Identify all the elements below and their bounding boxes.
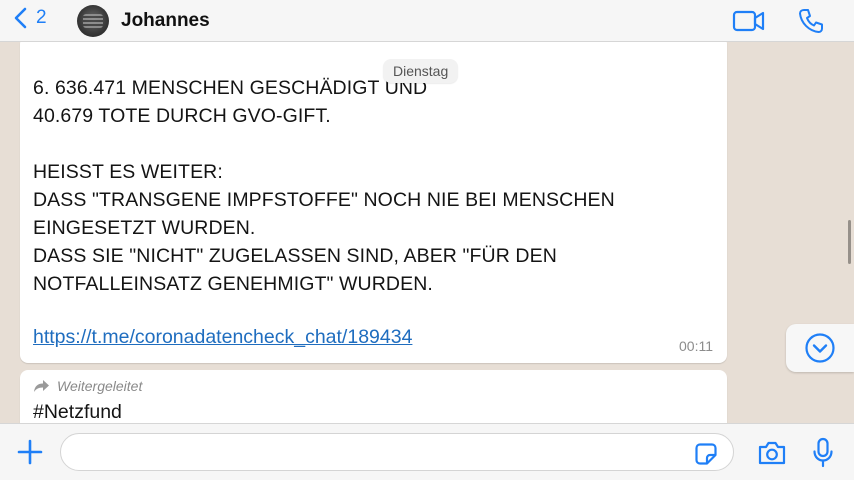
composer-bar: [0, 423, 854, 480]
chat-area[interactable]: 6. 636.471 MENSCHEN GESCHÄDIGT UND 40.67…: [0, 42, 854, 423]
chat-header: 2 Johannes: [0, 0, 854, 42]
video-call-button[interactable]: [732, 7, 766, 40]
avatar[interactable]: [77, 5, 109, 37]
phone-icon: [799, 9, 823, 33]
chevron-down-circle-icon: [805, 333, 835, 363]
message-bubble-forwarded[interactable]: Weitergeleitet #Netzfund: [20, 370, 727, 423]
message-text: #Netzfund: [33, 401, 122, 423]
forwarded-indicator: Weitergeleitet: [33, 378, 142, 394]
message-bubble[interactable]: 6. 636.471 MENSCHEN GESCHÄDIGT UND 40.67…: [20, 42, 727, 363]
scroll-to-bottom-button[interactable]: [786, 324, 854, 372]
date-separator: Dienstag: [383, 59, 459, 83]
plus-icon: [17, 439, 43, 465]
sticker-icon: [695, 443, 717, 465]
scrollbar[interactable]: [848, 220, 851, 264]
contact-name[interactable]: Johannes: [121, 10, 210, 32]
voice-message-button[interactable]: [811, 437, 835, 474]
video-camera-icon: [732, 10, 765, 32]
message-link[interactable]: https://t.me/coronadatencheck_chat/18943…: [33, 326, 412, 349]
message-input[interactable]: [60, 433, 734, 471]
back-button[interactable]: 2: [12, 6, 47, 30]
microphone-icon: [813, 437, 833, 468]
sticker-button[interactable]: [694, 442, 718, 471]
camera-button[interactable]: [757, 440, 787, 471]
message-timestamp: 00:11: [679, 338, 713, 354]
attach-button[interactable]: [16, 438, 44, 471]
forwarded-label: Weitergeleitet: [57, 378, 143, 394]
forward-arrow-icon: [34, 380, 49, 392]
unread-count: 2: [36, 7, 47, 28]
chevron-left-icon: [14, 7, 27, 29]
voice-call-button[interactable]: [797, 7, 825, 40]
camera-icon: [758, 441, 786, 465]
message-text: 6. 636.471 MENSCHEN GESCHÄDIGT UND 40.67…: [33, 77, 615, 295]
